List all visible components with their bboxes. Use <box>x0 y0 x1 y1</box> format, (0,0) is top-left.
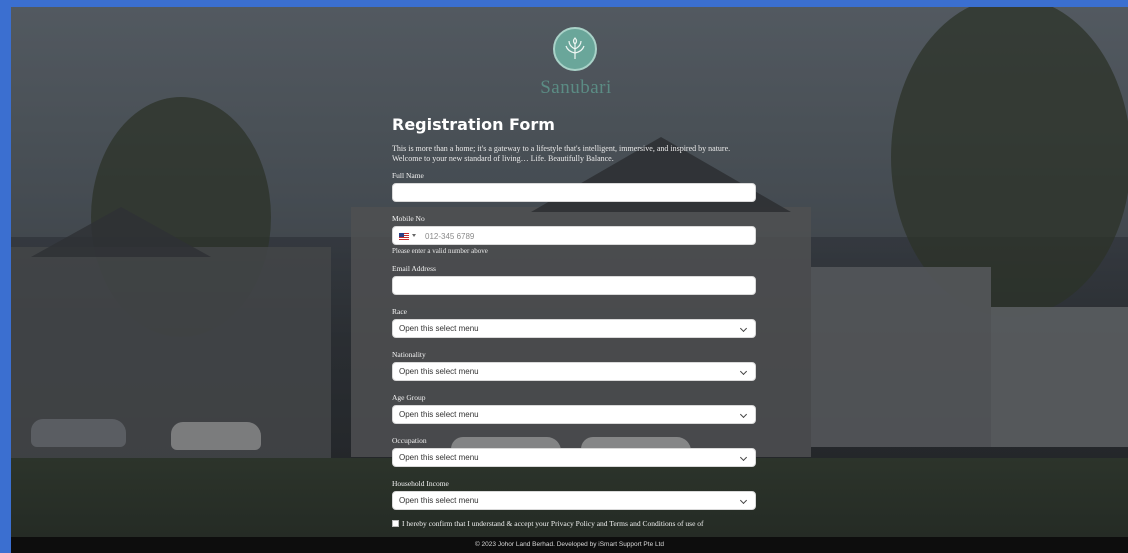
caret-down-icon[interactable] <box>412 234 416 237</box>
consent-row: I hereby confirm that I understand & acc… <box>392 519 759 528</box>
consent-checkbox[interactable] <box>392 520 399 527</box>
chevron-down-icon <box>739 324 748 333</box>
race-select[interactable]: Open this select menu <box>392 319 756 338</box>
footer: © 2023 Johor Land Berhad. Developed by i… <box>11 537 1128 553</box>
mobile-label: Mobile No <box>392 214 425 223</box>
chevron-down-icon <box>739 496 748 505</box>
mobile-hint: Please enter a valid number above <box>392 247 488 255</box>
mobile-input[interactable]: 012-345 6789 <box>392 226 756 245</box>
age-group-select[interactable]: Open this select menu <box>392 405 756 424</box>
nationality-label: Nationality <box>392 350 426 359</box>
nationality-select[interactable]: Open this select menu <box>392 362 756 381</box>
email-label: Email Address <box>392 264 436 273</box>
age-group-label: Age Group <box>392 393 426 402</box>
chevron-down-icon <box>739 367 748 376</box>
race-label: Race <box>392 307 407 316</box>
full-name-input[interactable] <box>392 183 756 202</box>
household-income-label: Household Income <box>392 479 449 488</box>
brand-name: Sanubari <box>540 77 612 98</box>
full-name-label: Full Name <box>392 171 424 180</box>
email-input[interactable] <box>392 276 756 295</box>
chevron-down-icon <box>739 453 748 462</box>
flower-emblem-icon <box>553 27 597 71</box>
mobile-placeholder: 012-345 6789 <box>425 232 475 241</box>
us-flag-icon[interactable] <box>399 233 409 240</box>
occupation-label: Occupation <box>392 436 427 445</box>
occupation-select[interactable]: Open this select menu <box>392 448 756 467</box>
consent-text: I hereby confirm that I understand & acc… <box>402 519 704 528</box>
chevron-down-icon <box>739 410 748 419</box>
background-hero-image: Sanubari Registration Form This is more … <box>11 7 1128 553</box>
window-frame-left <box>0 0 11 553</box>
window-frame-top <box>0 0 1128 7</box>
household-income-select[interactable]: Open this select menu <box>392 491 756 510</box>
form-title: Registration Form <box>392 115 555 134</box>
registration-form: Registration Form This is more than a ho… <box>392 115 759 528</box>
form-intro: This is more than a home; it's a gateway… <box>392 144 731 163</box>
